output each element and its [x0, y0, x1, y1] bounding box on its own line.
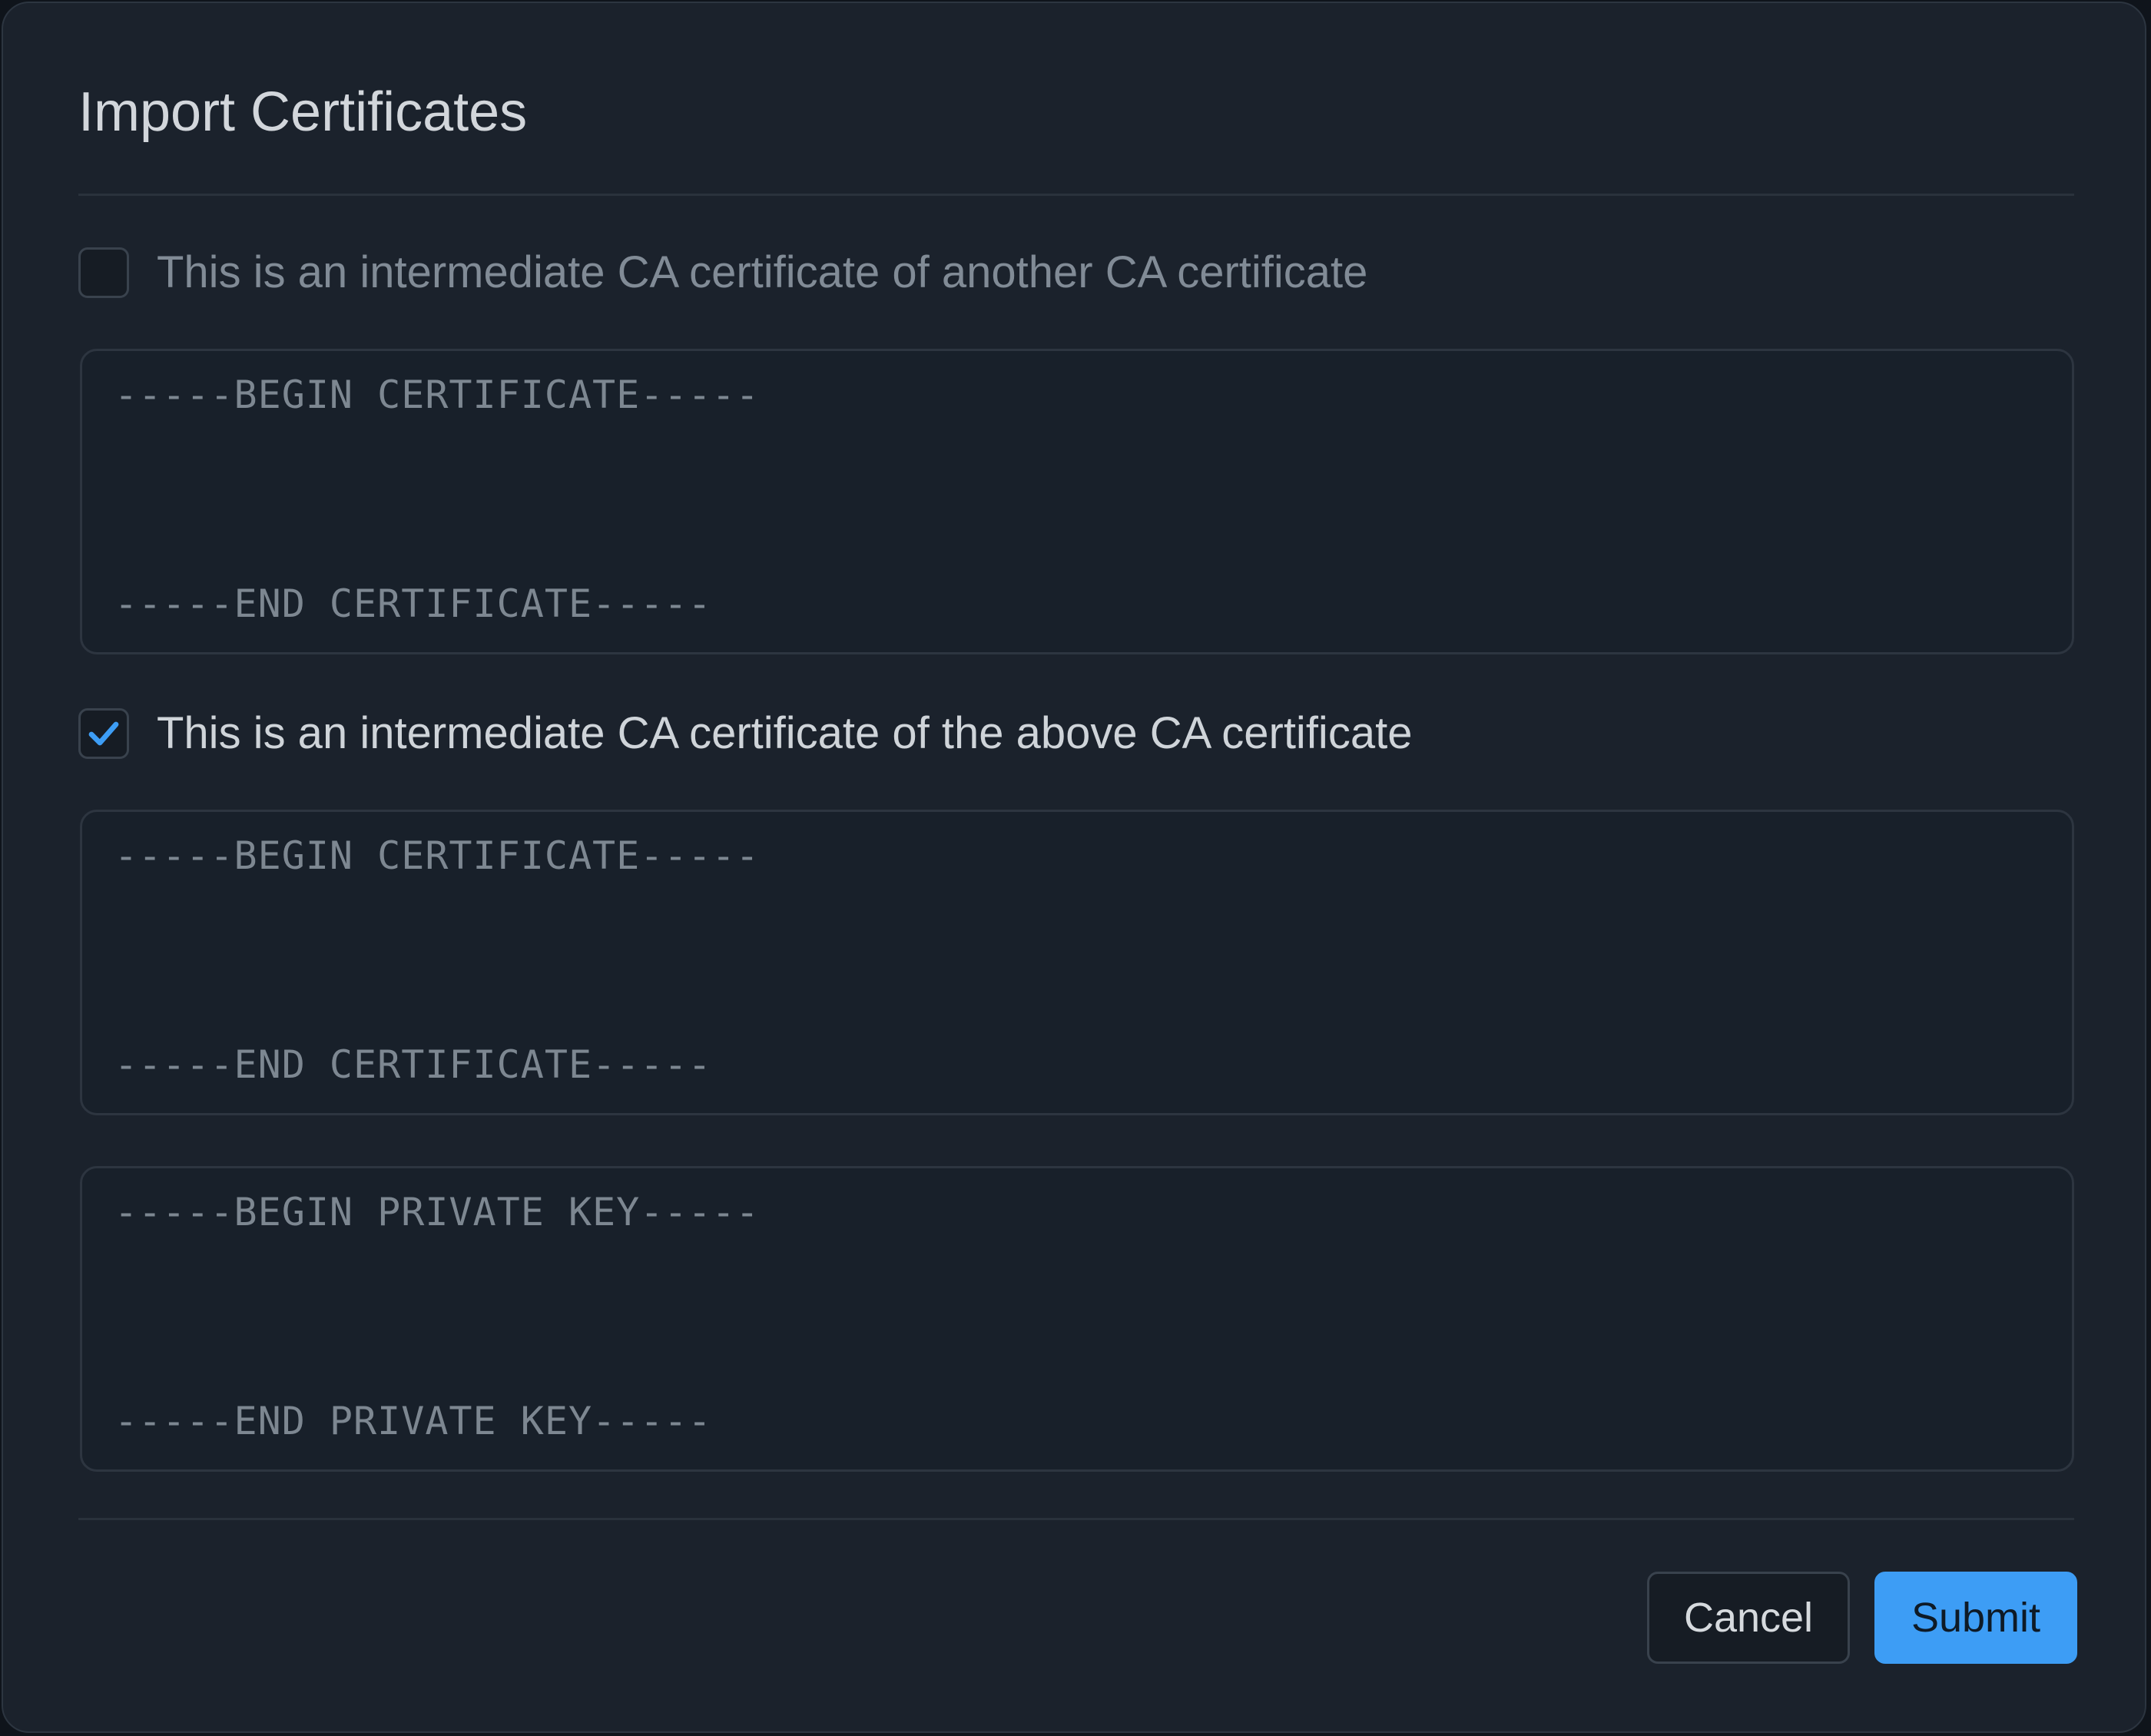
submit-button[interactable]: Submit	[1874, 1572, 2077, 1664]
cancel-button[interactable]: Cancel	[1647, 1572, 1850, 1664]
ca-certificate-end-placeholder: -----END CERTIFICATE-----	[114, 581, 712, 626]
intermediate-of-another-ca-option[interactable]: This is an intermediate CA certificate o…	[78, 247, 1367, 298]
private-key-begin-placeholder: -----BEGIN PRIVATE KEY-----	[114, 1190, 760, 1234]
private-key-textarea[interactable]: -----BEGIN PRIVATE KEY----- -----END PRI…	[80, 1166, 2074, 1472]
footer-divider	[78, 1518, 2074, 1520]
intermediate-of-above-ca-option[interactable]: This is an intermediate CA certificate o…	[78, 708, 1412, 759]
import-certificates-dialog: Import Certificates This is an intermedi…	[2, 2, 2146, 1733]
ca-certificate-begin-placeholder: -----BEGIN CERTIFICATE-----	[114, 373, 760, 417]
intermediate-of-another-ca-checkbox[interactable]	[78, 247, 129, 298]
intermediate-of-above-ca-label: This is an intermediate CA certificate o…	[157, 708, 1413, 758]
dialog-title: Import Certificates	[78, 81, 528, 143]
intermediate-of-above-ca-checkbox[interactable]	[78, 708, 129, 759]
header-divider	[78, 194, 2074, 196]
private-key-end-placeholder: -----END PRIVATE KEY-----	[114, 1399, 712, 1443]
intermediate-of-another-ca-label: This is an intermediate CA certificate o…	[157, 247, 1368, 297]
intermediate-certificate-end-placeholder: -----END CERTIFICATE-----	[114, 1042, 712, 1087]
ca-certificate-textarea[interactable]: -----BEGIN CERTIFICATE----- -----END CER…	[80, 349, 2074, 654]
intermediate-certificate-textarea[interactable]: -----BEGIN CERTIFICATE----- -----END CER…	[80, 810, 2074, 1115]
checkmark-icon	[88, 721, 119, 746]
intermediate-certificate-begin-placeholder: -----BEGIN CERTIFICATE-----	[114, 833, 760, 878]
